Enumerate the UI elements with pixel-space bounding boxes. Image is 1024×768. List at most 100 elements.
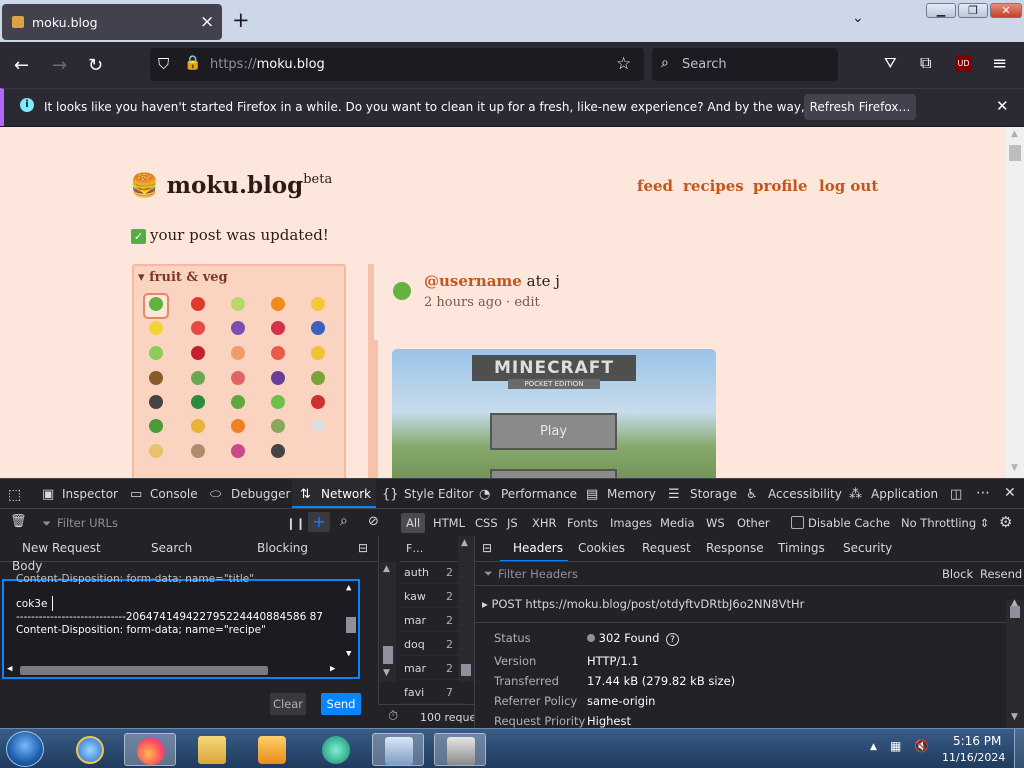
taskbar-firefox-icon[interactable] (124, 733, 176, 766)
taskbar-explorer-folder-icon[interactable] (186, 733, 238, 766)
forward-arrow-icon[interactable]: → (52, 55, 67, 76)
tab-storage[interactable]: Storage (690, 487, 737, 501)
food-option-icon[interactable] (271, 346, 285, 360)
help-icon[interactable]: ? (666, 633, 680, 646)
filter-all[interactable]: All (406, 516, 420, 530)
food-option-icon[interactable] (311, 371, 325, 385)
food-option-icon[interactable] (191, 371, 205, 385)
tray-volume-muted-icon[interactable]: 🔇 (914, 739, 929, 753)
disable-cache-checkbox[interactable] (791, 516, 804, 529)
request-row[interactable]: mar 2 (400, 610, 462, 632)
tab-headers[interactable]: Headers (513, 541, 563, 555)
body-scroll-up-icon[interactable]: ▲ (346, 583, 351, 593)
file-column-header[interactable]: F… (406, 542, 423, 555)
restore-window-button[interactable]: ❐ (958, 3, 988, 18)
filter-ws[interactable]: WS (706, 516, 725, 530)
filter-media[interactable]: Media (660, 516, 695, 530)
food-option-icon[interactable] (231, 321, 245, 335)
close-window-button[interactable]: ✕ (990, 3, 1022, 18)
food-option-icon[interactable] (271, 419, 285, 433)
nav-logout-link[interactable]: log out (819, 177, 878, 195)
list-scroll-up-icon[interactable]: ▲ (461, 538, 468, 548)
url-text[interactable]: https://moku.blog (210, 57, 325, 72)
body-scroll-right-icon[interactable]: ▶ (330, 664, 335, 674)
dock-side-icon[interactable]: ◫ (950, 487, 962, 502)
filter-js[interactable]: JS (507, 516, 518, 530)
food-option-icon[interactable] (311, 346, 325, 360)
start-button-windows-icon[interactable] (6, 731, 44, 767)
new-request-plus-icon[interactable]: + (308, 512, 330, 532)
inspector-icon[interactable]: ▣ (42, 487, 54, 502)
food-option-icon[interactable] (149, 419, 163, 433)
tab-application[interactable]: Application (871, 487, 938, 501)
tab-memory[interactable]: Memory (607, 487, 656, 501)
panel-heading[interactable]: ▾ fruit & veg (138, 270, 228, 285)
ublock-origin-icon[interactable]: UD (955, 55, 972, 72)
headers-scroll-down-icon[interactable]: ▼ (1011, 712, 1018, 722)
tab-blocking[interactable]: Blocking (257, 541, 308, 555)
active-tab[interactable]: moku.blog × (2, 4, 222, 40)
request-row[interactable]: mar 2 (400, 658, 462, 680)
search-icon[interactable]: ⌕ (340, 513, 348, 529)
clock-time[interactable]: 5:16 PM (953, 734, 1001, 748)
request-row[interactable]: auth 2 (400, 562, 462, 584)
taskbar-internet-explorer-icon[interactable] (64, 733, 116, 766)
tab-security[interactable]: Security (843, 541, 892, 555)
body-scroll-left-icon[interactable]: ◀ (7, 664, 12, 674)
accessibility-icon[interactable]: ♿ (746, 487, 758, 502)
tab-console[interactable]: Console (150, 487, 198, 501)
filter-xhr[interactable]: XHR (532, 516, 557, 530)
nav-profile-link[interactable]: profile (753, 177, 808, 195)
food-option-icon[interactable] (311, 395, 325, 409)
food-option-icon[interactable] (231, 346, 245, 360)
food-option-icon[interactable] (231, 371, 245, 385)
food-option-icon[interactable] (149, 346, 163, 360)
body-vertical-scrollbar[interactable]: ▲ ▼ (344, 581, 358, 661)
filter-headers-input[interactable]: Filter Headers (498, 567, 578, 581)
resend-button[interactable]: Resend (980, 567, 1022, 581)
show-desktop-button[interactable] (1014, 729, 1024, 768)
hamburger-menu-icon[interactable]: ≡ (992, 53, 1007, 74)
send-button[interactable]: Send (321, 693, 361, 715)
taskbar-control-panel-icon[interactable] (372, 733, 424, 766)
food-option-icon[interactable] (191, 346, 205, 360)
storage-icon[interactable]: ☰ (668, 487, 680, 502)
tab-request[interactable]: Request (642, 541, 691, 555)
food-option-icon[interactable] (149, 371, 163, 385)
tab-cookies[interactable]: Cookies (578, 541, 625, 555)
debugger-icon[interactable]: ⬭ (210, 487, 221, 502)
body-hscroll-thumb[interactable] (20, 666, 268, 675)
application-icon[interactable]: ⁂ (849, 487, 862, 502)
filter-fonts[interactable]: Fonts (567, 516, 598, 530)
request-row[interactable]: favi 7 (400, 682, 462, 704)
page-scroll-thumb[interactable] (1009, 145, 1021, 161)
tab-inspector[interactable]: Inspector (62, 487, 118, 501)
request-row[interactable]: doq 2 (400, 634, 462, 656)
request-row[interactable]: kaw 2 (400, 586, 462, 608)
tray-expand-arrow-icon[interactable]: ▲ (870, 742, 877, 752)
trash-icon[interactable]: 🗑 (10, 514, 27, 529)
site-brand[interactable]: 🍔 moku.blogbeta (130, 172, 332, 199)
food-option-icon[interactable] (271, 395, 285, 409)
nav-recipes-link[interactable]: recipes (683, 177, 744, 195)
nav-feed-link[interactable]: feed (637, 177, 673, 195)
body-horizontal-scrollbar[interactable]: ◀ ▶ (4, 663, 344, 677)
filter-images[interactable]: Images (610, 516, 652, 530)
taskbar-app-window-icon[interactable] (434, 733, 486, 766)
body-scroll-down-icon[interactable]: ▼ (346, 649, 351, 659)
food-option-icon[interactable] (191, 297, 205, 311)
post-username[interactable]: @username (424, 272, 522, 290)
food-option-icon[interactable] (231, 297, 245, 311)
disable-cache-label[interactable]: Disable Cache (808, 516, 890, 530)
memory-icon[interactable]: ▤ (586, 487, 598, 502)
food-option-icon[interactable] (149, 395, 163, 409)
network-icon[interactable]: ⇅ (300, 487, 311, 502)
lock-icon[interactable]: 🔒 (184, 55, 201, 71)
filter-html[interactable]: HTML (433, 516, 465, 530)
filter-urls-input[interactable]: Filter URLs (57, 516, 118, 530)
tab-debugger[interactable]: Debugger (231, 487, 290, 501)
food-option-icon[interactable] (271, 297, 285, 311)
filter-other[interactable]: Other (737, 516, 770, 530)
back-arrow-icon[interactable]: ← (14, 55, 29, 76)
food-option-icon[interactable] (311, 419, 325, 433)
